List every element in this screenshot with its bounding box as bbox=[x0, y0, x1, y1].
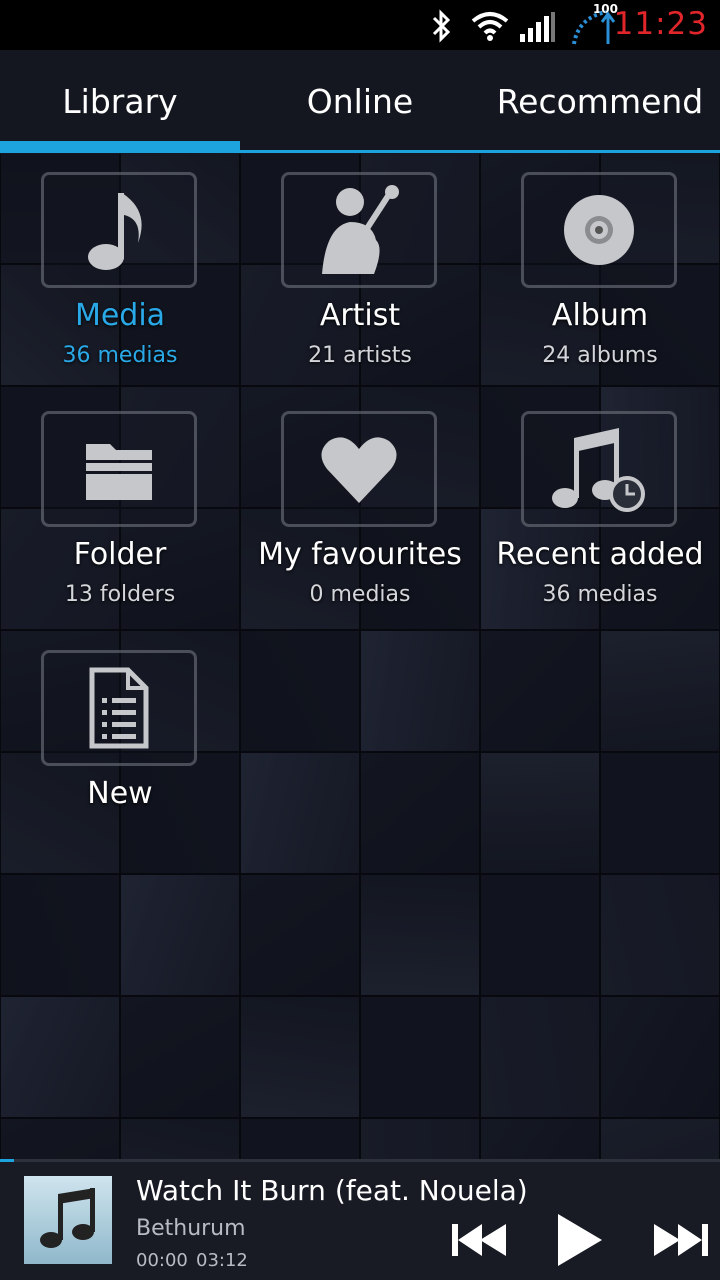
library-item-title: Album bbox=[551, 298, 649, 333]
library-item-title: Artist bbox=[319, 298, 401, 333]
library-item-title: Recent added bbox=[496, 537, 704, 572]
library-media[interactable]: Media 36 medias bbox=[0, 154, 240, 394]
tab-online[interactable]: Online bbox=[240, 50, 480, 150]
library-recent-added[interactable]: Recent added 36 medias bbox=[480, 393, 720, 633]
library-item-title: Folder bbox=[73, 537, 167, 572]
album-art[interactable] bbox=[24, 1176, 112, 1264]
elapsed-time: 00:00 bbox=[136, 1250, 188, 1271]
library-item-title: New bbox=[87, 776, 153, 811]
next-icon[interactable] bbox=[652, 1222, 708, 1258]
duration: 03:12 bbox=[196, 1250, 248, 1271]
music-note-icon bbox=[88, 193, 142, 270]
wifi-icon bbox=[471, 12, 509, 41]
library-album[interactable]: Album 24 albums bbox=[480, 154, 720, 394]
folder-icon bbox=[86, 444, 152, 500]
document-icon bbox=[89, 667, 149, 749]
library-item-title: My favourites bbox=[258, 537, 462, 572]
play-icon[interactable] bbox=[556, 1212, 604, 1268]
library-item-count: 13 folders bbox=[64, 582, 176, 607]
library-item-count: 36 medias bbox=[62, 343, 178, 368]
library-item-count: 24 albums bbox=[542, 343, 658, 368]
now-playing-bar[interactable]: Watch It Burn (feat. Nouela) Bethurum 00… bbox=[0, 1162, 720, 1280]
library-artist[interactable]: Artist 21 artists bbox=[240, 154, 480, 394]
singer-icon bbox=[322, 185, 399, 274]
tab-library[interactable]: Library bbox=[0, 50, 240, 150]
library-item-count: 0 medias bbox=[309, 582, 411, 607]
track-title: Watch It Burn (feat. Nouela) bbox=[136, 1174, 528, 1207]
tab-recommend[interactable]: Recommend bbox=[480, 50, 720, 150]
battery-charging-icon bbox=[572, 10, 616, 45]
recent-music-icon bbox=[552, 428, 645, 512]
tab-bar: Library Online Recommend bbox=[0, 50, 720, 154]
library-item-count: 21 artists bbox=[308, 343, 412, 368]
library-new[interactable]: New bbox=[0, 632, 240, 872]
music-note-icon bbox=[40, 1188, 95, 1248]
signal-icon bbox=[520, 12, 555, 42]
tab-selected-indicator bbox=[0, 141, 240, 153]
library-item-title: Media bbox=[74, 298, 166, 333]
library-favourites[interactable]: My favourites 0 medias bbox=[240, 393, 480, 633]
bluetooth-icon bbox=[432, 9, 451, 43]
clock: 11:23 bbox=[613, 6, 708, 42]
disc-icon bbox=[564, 195, 634, 265]
library-item-count: 36 medias bbox=[542, 582, 658, 607]
status-bar: 100 11:23 bbox=[0, 0, 720, 50]
heart-icon bbox=[321, 437, 397, 503]
track-artist: Bethurum bbox=[136, 1216, 246, 1241]
library-folder[interactable]: Folder 13 folders bbox=[0, 393, 240, 633]
previous-icon[interactable] bbox=[452, 1222, 508, 1258]
